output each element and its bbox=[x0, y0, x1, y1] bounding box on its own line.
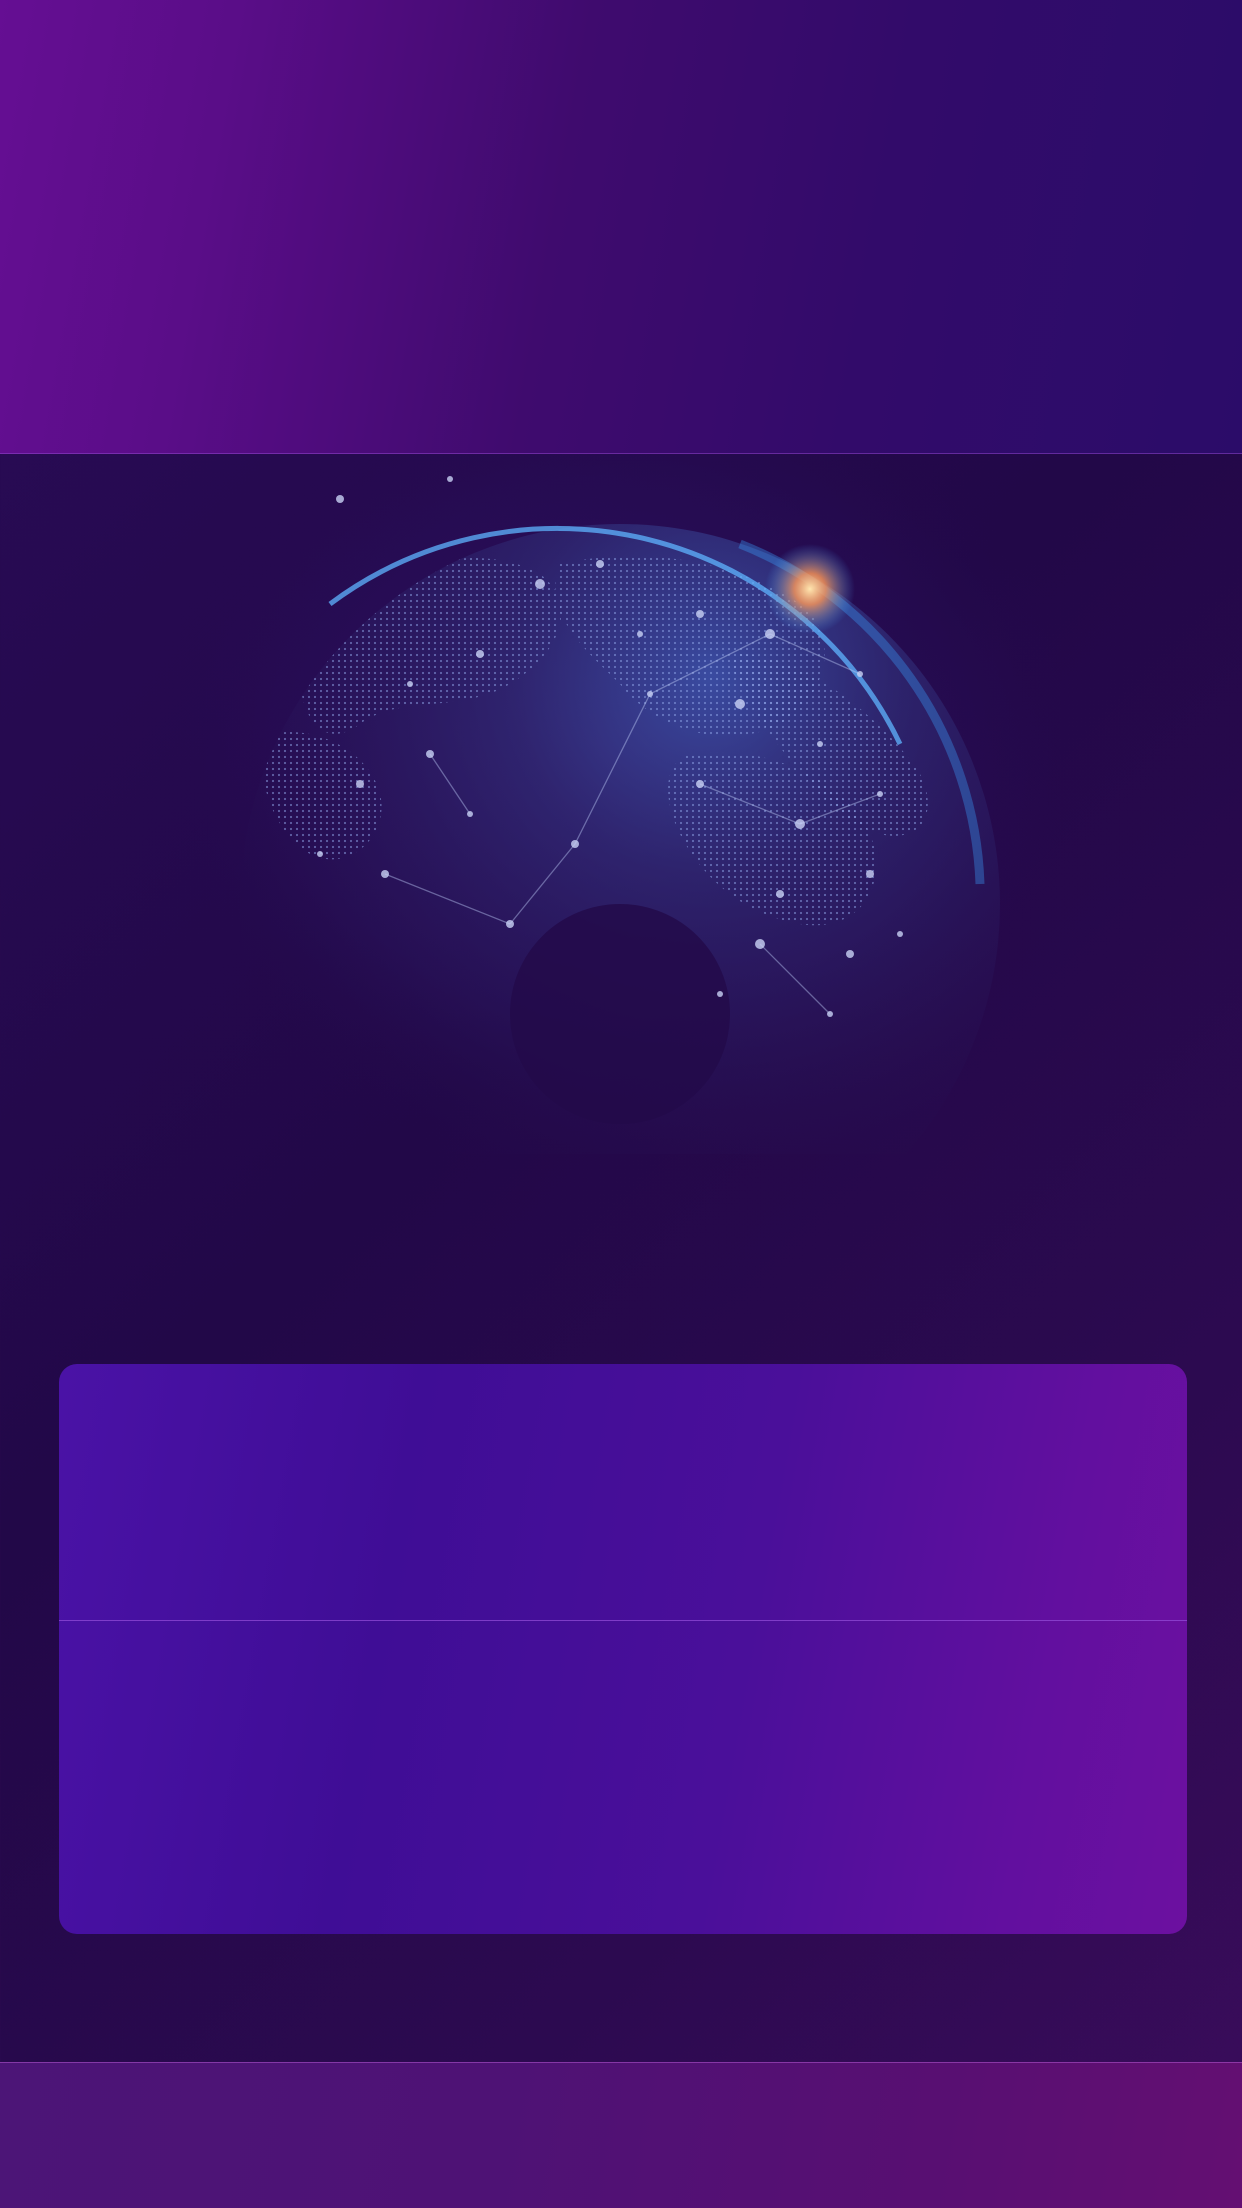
card-row[interactable] bbox=[59, 1364, 1187, 1620]
content-card bbox=[59, 1364, 1187, 1934]
header-bar bbox=[0, 0, 1242, 454]
footer-bar bbox=[0, 2062, 1242, 2208]
card-row[interactable] bbox=[59, 1621, 1187, 1934]
hero-section bbox=[0, 454, 1242, 1354]
globe-icon bbox=[180, 454, 1060, 1284]
globe-illustration bbox=[180, 454, 1060, 1284]
